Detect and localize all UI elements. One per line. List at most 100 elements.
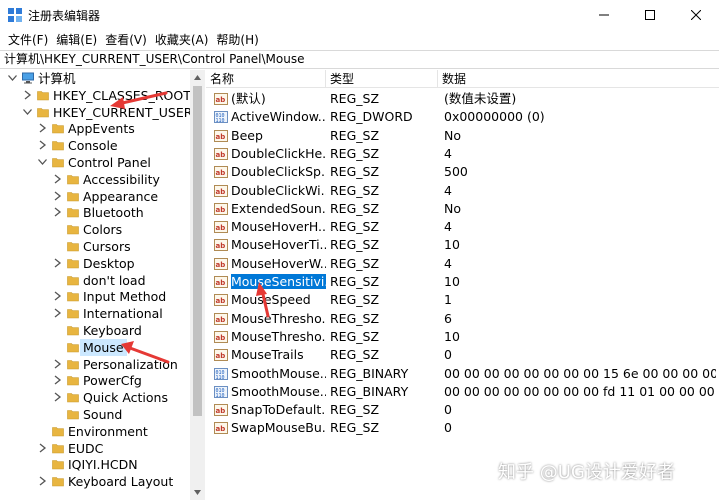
value-row[interactable]: ab MouseHoverTi... REG_SZ 10	[206, 236, 719, 254]
chevron-right-icon[interactable]	[38, 443, 47, 453]
value-row[interactable]: ab SnapToDefault... REG_SZ 0	[206, 401, 719, 419]
watermark-text: 知乎 @UG设计爱好者	[498, 462, 675, 483]
column-name[interactable]: 名称	[206, 70, 326, 88]
tree-item[interactable]: Colors	[0, 221, 190, 238]
tree-item-label: don't load	[83, 272, 146, 288]
column-data[interactable]: 数据	[438, 70, 719, 88]
chevron-down-icon[interactable]	[38, 157, 47, 167]
value-name: SmoothMouse...	[231, 365, 326, 381]
tree-item[interactable]: IQIYI.HCDN	[0, 456, 190, 473]
tree-item-label: Appearance	[83, 188, 159, 204]
tree-item[interactable]: International	[0, 305, 190, 322]
string-value-icon: ab	[214, 404, 228, 417]
value-row[interactable]: 010 110 SmoothMouse... REG_BINARY 00 00 00 0…	[206, 365, 719, 383]
value-row[interactable]: ab DoubleClickWi... REG_SZ 4	[206, 182, 719, 200]
chevron-down-icon[interactable]	[8, 73, 17, 83]
tree-item[interactable]: Keyboard Layout	[0, 473, 190, 490]
folder-icon	[67, 225, 79, 235]
chevron-right-icon[interactable]	[53, 375, 62, 385]
folder-icon	[52, 426, 64, 437]
value-row[interactable]: ab MouseThresho... REG_SZ 6	[206, 310, 719, 328]
tree-item[interactable]: Control Panel	[0, 154, 190, 171]
menu-help[interactable]: 帮助(H)	[212, 30, 262, 50]
chevron-right-icon[interactable]	[23, 90, 32, 100]
string-value-icon: ab	[214, 147, 228, 160]
chevron-right-icon[interactable]	[53, 258, 62, 268]
value-row[interactable]: ab MouseSensitivi... REG_SZ 10	[206, 273, 719, 291]
tree-item[interactable]: Keyboard	[0, 322, 190, 339]
tree-item-label: Control Panel	[68, 155, 151, 170]
folder-icon	[67, 174, 79, 185]
menu-file[interactable]: 文件(F)	[4, 30, 52, 50]
tree-item[interactable]: Console	[0, 137, 190, 154]
folder-icon	[67, 393, 79, 403]
tree-item[interactable]: EUDC	[0, 440, 190, 457]
chevron-right-icon[interactable]	[38, 123, 47, 133]
tree-item[interactable]: Desktop	[0, 255, 190, 272]
chevron-right-icon[interactable]	[38, 476, 47, 486]
menu-view[interactable]: 查看(V)	[101, 30, 151, 50]
value-row[interactable]: 010 110 ActiveWindow... REG_DWORD 0x00000000…	[206, 108, 719, 126]
tree-item[interactable]: Quick Actions	[0, 389, 190, 406]
value-type: REG_SZ	[330, 127, 380, 143]
value-row[interactable]: ab MouseThresho... REG_SZ 10	[206, 328, 719, 346]
chevron-right-icon[interactable]	[53, 392, 62, 402]
address-bar[interactable]: 计算机\HKEY_CURRENT_USER\Control Panel\Mous…	[0, 50, 719, 69]
tree-item[interactable]: Cursors	[0, 238, 190, 255]
tree-item[interactable]: HKEY_CURRENT_USER	[0, 104, 192, 121]
value-row[interactable]: ab SwapMouseBu... REG_SZ 0	[206, 419, 719, 437]
chevron-right-icon[interactable]	[53, 191, 62, 201]
tree-item[interactable]: Personalization	[0, 356, 190, 373]
tree-item-label: Keyboard	[83, 323, 142, 338]
value-row[interactable]: ab DoubleClickHe... REG_SZ 4	[206, 145, 719, 163]
tree-item-label: Mouse	[80, 338, 127, 356]
chevron-right-icon[interactable]	[53, 359, 62, 369]
maximize-button[interactable]	[627, 0, 673, 30]
tree-item[interactable]: Input Method	[0, 288, 190, 305]
scroll-up-icon[interactable]	[193, 73, 202, 82]
scrollbar-thumb[interactable]	[193, 86, 202, 416]
value-row[interactable]: ab DoubleClickSp... REG_SZ 500	[206, 163, 719, 181]
tree-scrollbar[interactable]	[190, 70, 205, 500]
tree-item[interactable]: 计算机	[0, 70, 190, 87]
chevron-right-icon[interactable]	[53, 291, 62, 301]
minimize-button[interactable]	[581, 0, 627, 30]
value-row[interactable]: ab Beep REG_SZ No	[206, 127, 719, 145]
tree-item[interactable]: PowerCfg	[0, 372, 190, 389]
tree-item[interactable]: Accessibility	[0, 171, 190, 188]
column-type[interactable]: 类型	[326, 70, 438, 88]
value-data: 10	[444, 274, 460, 289]
string-value-icon: ab	[214, 257, 228, 270]
chevron-right-icon[interactable]	[38, 140, 47, 150]
value-row[interactable]: ab MouseSpeed REG_SZ 1	[206, 291, 719, 309]
value-type: REG_SZ	[330, 164, 380, 180]
chevron-right-icon[interactable]	[53, 174, 62, 184]
value-row[interactable]: 010 110 SmoothMouse... REG_BINARY 00 00 00 0…	[206, 383, 719, 401]
tree-item[interactable]: Appearance	[0, 188, 190, 205]
value-row[interactable]: ab MouseHoverW... REG_SZ 4	[206, 255, 719, 273]
menu-edit[interactable]: 编辑(E)	[52, 30, 101, 50]
tree-item[interactable]: Mouse	[0, 338, 190, 356]
value-row[interactable]: ab MouseHoverH... REG_SZ 4	[206, 218, 719, 236]
value-row[interactable]: ab ExtendedSoun... REG_SZ No	[206, 200, 719, 218]
chevron-down-icon[interactable]	[23, 107, 32, 117]
value-row[interactable]: ab (默认) REG_SZ (数值未设置)	[206, 90, 719, 108]
tree-item[interactable]: Environment	[0, 423, 190, 440]
tree-item[interactable]: Bluetooth	[0, 204, 190, 221]
menu-favorites[interactable]: 收藏夹(A)	[151, 30, 213, 50]
tree-item[interactable]: AppEvents	[0, 120, 190, 137]
binary-value-icon: 010110	[214, 111, 228, 124]
tree-item[interactable]: Sound	[0, 406, 190, 423]
chevron-right-icon[interactable]	[53, 308, 62, 318]
chevron-right-icon[interactable]	[53, 207, 62, 217]
close-button[interactable]	[673, 0, 719, 30]
tree-item[interactable]: HKEY_CLASSES_ROOT	[0, 87, 191, 104]
scroll-down-icon[interactable]	[193, 488, 202, 497]
svg-text:ab: ab	[216, 352, 226, 360]
svg-text:ab: ab	[216, 334, 226, 342]
string-value-icon: ab	[214, 276, 228, 288]
tree-item[interactable]: don't load	[0, 272, 190, 289]
svg-text:ab: ab	[216, 261, 226, 269]
tree-item-label: Cursors	[83, 239, 131, 254]
value-row[interactable]: ab MouseTrails REG_SZ 0	[206, 346, 719, 364]
